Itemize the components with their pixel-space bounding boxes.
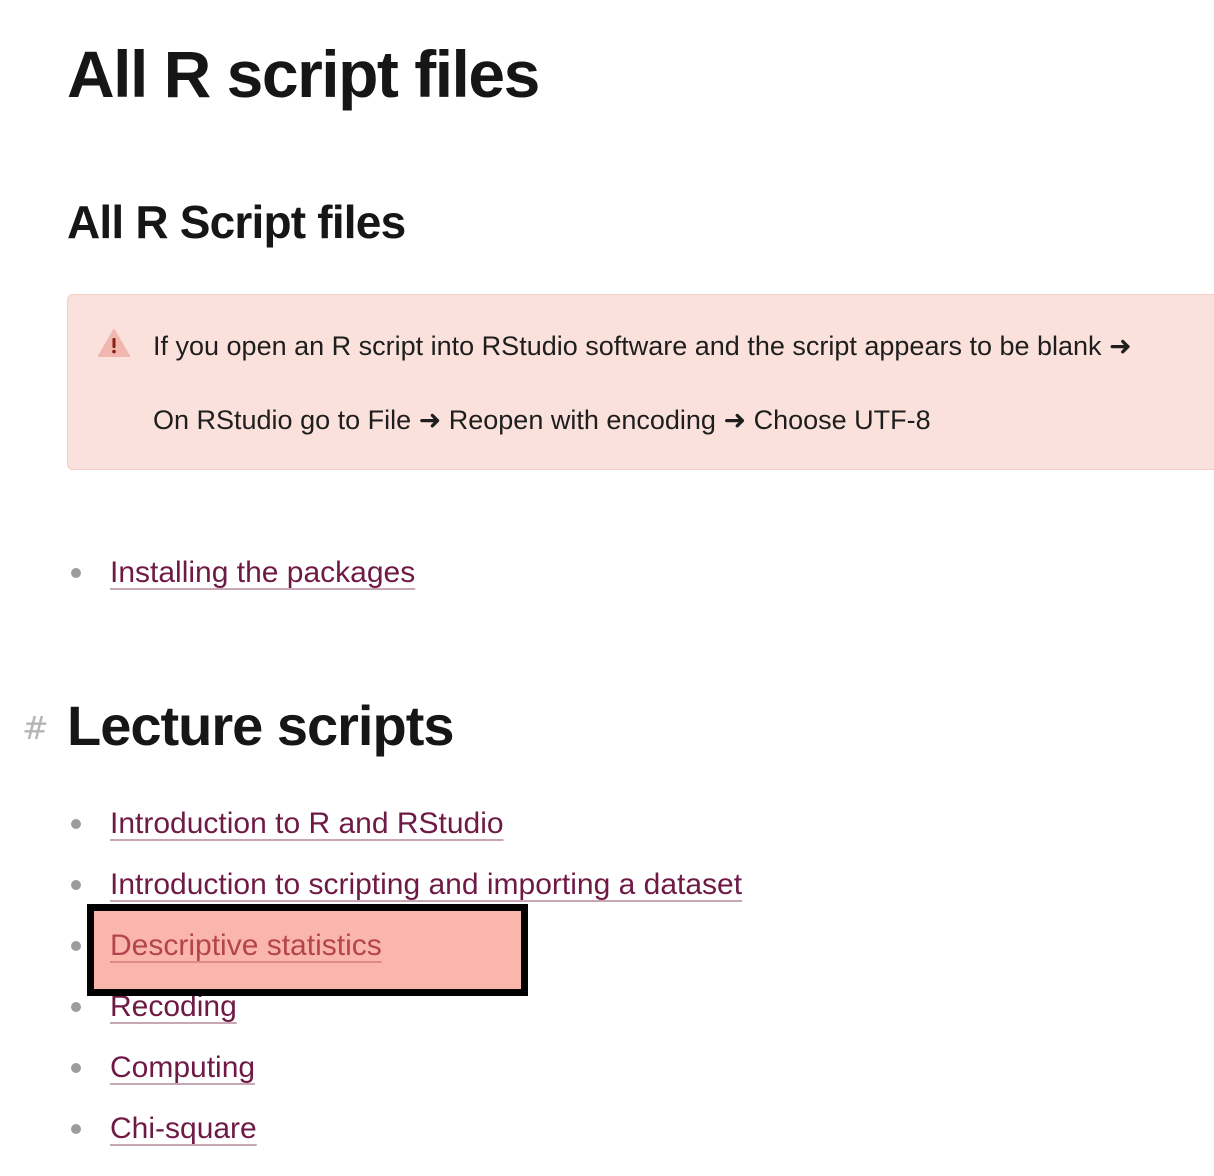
link-intro-r-rstudio[interactable]: Introduction to R and RStudio	[110, 804, 504, 844]
link-computing[interactable]: Computing	[110, 1048, 255, 1088]
callout-text-line-1: If you open an R script into RStudio sof…	[153, 331, 1132, 361]
section-heading: All R Script files	[67, 196, 406, 248]
bullet-dot	[71, 819, 81, 829]
link-recoding[interactable]: Recoding	[110, 987, 237, 1027]
link-installing-packages[interactable]: Installing the packages	[110, 553, 415, 593]
heading-anchor-hash-icon[interactable]: #	[22, 708, 49, 748]
bullet-dot	[71, 1063, 81, 1073]
link-descriptive-statistics[interactable]: Descriptive statistics	[110, 926, 382, 966]
page: All R script files All R Script files If…	[0, 0, 1214, 1176]
link-intro-scripting-importing[interactable]: Introduction to scripting and importing …	[110, 865, 742, 905]
page-title: All R script files	[67, 37, 540, 111]
callout-text-line-2: On RStudio go to File ➜ Reopen with enco…	[153, 405, 931, 435]
bullet-dot	[71, 880, 81, 890]
bullet-dot	[71, 568, 81, 578]
bullet-dot	[71, 1124, 81, 1134]
bullet-dot	[71, 941, 81, 951]
warning-icon	[97, 328, 131, 358]
link-chi-square[interactable]: Chi-square	[110, 1109, 257, 1149]
bullet-dot	[71, 1002, 81, 1012]
lecture-scripts-heading: Lecture scripts	[67, 694, 454, 757]
warning-callout	[67, 294, 1214, 470]
